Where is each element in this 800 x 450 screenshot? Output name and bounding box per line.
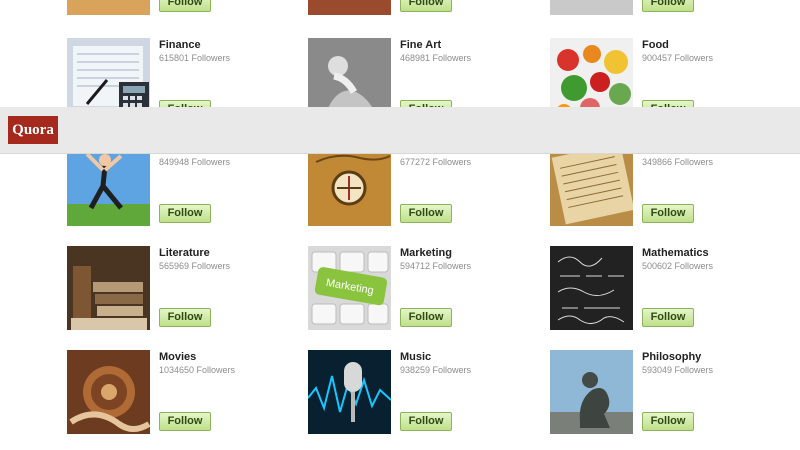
topic-tile-movies[interactable]: Movies 1034650 Followers Follow (67, 350, 307, 434)
topic-tile-music[interactable]: Music 938259 Followers Follow (308, 350, 548, 434)
follow-button[interactable]: Follow (642, 308, 694, 327)
follower-count: 1034650 Followers (159, 365, 236, 375)
philosophy-thumb[interactable] (550, 350, 633, 434)
topic-thumbnail[interactable] (550, 0, 633, 15)
follow-button[interactable]: Follow (400, 0, 452, 12)
follower-count: 468981 Followers (400, 53, 472, 63)
movies-thumb[interactable] (67, 350, 150, 434)
follow-button[interactable]: Follow (400, 412, 452, 431)
follower-count: 565969 Followers (159, 261, 231, 271)
follower-count: 615801 Followers (159, 53, 231, 63)
follower-count: 938259 Followers (400, 365, 472, 375)
topic-tile[interactable]: Follow (308, 0, 548, 15)
quora-logo[interactable]: Quora (8, 116, 58, 144)
follow-button[interactable]: Follow (642, 204, 694, 223)
topic-thumbnail[interactable] (308, 0, 391, 15)
topic-tile-mathematics[interactable]: Mathematics 500602 Followers Follow (550, 246, 790, 330)
follow-button[interactable]: Follow (159, 204, 211, 223)
topic-tile-paper[interactable]: 349866 Followers Follow (550, 142, 790, 226)
follow-button[interactable]: Follow (642, 412, 694, 431)
topic-name[interactable]: Literature (159, 247, 210, 259)
mathematics-thumb[interactable] (550, 246, 633, 330)
music-thumb[interactable] (308, 350, 391, 434)
follow-button[interactable]: Follow (400, 204, 452, 223)
follower-count: 849948 Followers (159, 157, 231, 167)
follow-button[interactable]: Follow (159, 308, 211, 327)
follower-count: 349866 Followers (642, 157, 714, 167)
follower-count: 500602 Followers (642, 261, 714, 271)
topic-name[interactable]: Music (400, 351, 431, 363)
topic-tile-literature[interactable]: Literature 565969 Followers Follow (67, 246, 307, 330)
follow-button[interactable]: Follow (159, 412, 211, 431)
topic-tile-philosophy[interactable]: Philosophy 593049 Followers Follow (550, 350, 790, 434)
follow-button[interactable]: Follow (642, 0, 694, 12)
follow-button[interactable]: Follow (400, 308, 452, 327)
topic-name[interactable]: Marketing (400, 247, 452, 259)
topic-tile-marketing[interactable]: Marketing Marketing 594712 Followers Fol… (308, 246, 548, 330)
literature-thumb[interactable] (67, 246, 150, 330)
topic-name[interactable]: Fine Art (400, 39, 441, 51)
topic-name[interactable]: Mathematics (642, 247, 709, 259)
follower-count: 900457 Followers (642, 53, 714, 63)
topic-name[interactable]: Finance (159, 39, 201, 51)
topic-tile[interactable]: Follow (67, 0, 307, 15)
follow-button[interactable]: Follow (159, 0, 211, 12)
paper-thumb[interactable] (550, 142, 633, 226)
marketing-thumb[interactable]: Marketing (308, 246, 391, 330)
fitness-thumb[interactable] (67, 142, 150, 226)
topic-tile-travel[interactable]: 677272 Followers Follow (308, 142, 548, 226)
topic-name[interactable]: Food (642, 39, 669, 51)
travel-thumb[interactable] (308, 142, 391, 226)
follower-count: 594712 Followers (400, 261, 472, 271)
topic-name[interactable]: Philosophy (642, 351, 701, 363)
top-header-bar: Quora (0, 107, 800, 154)
topic-tile[interactable]: Follow (550, 0, 790, 15)
topic-tile-fitness[interactable]: 849948 Followers Follow (67, 142, 307, 226)
follower-count: 593049 Followers (642, 365, 714, 375)
follower-count: 677272 Followers (400, 157, 472, 167)
topic-name[interactable]: Movies (159, 351, 196, 363)
topic-thumbnail[interactable] (67, 0, 150, 15)
